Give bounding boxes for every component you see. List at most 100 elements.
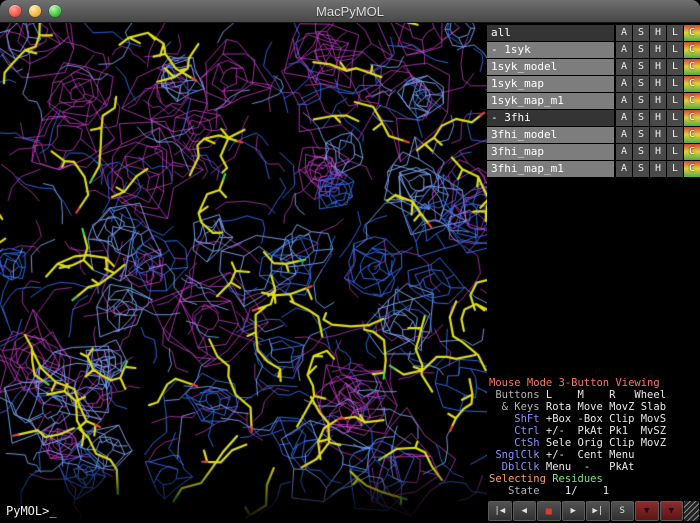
panel-button-c[interactable]: C [684,144,700,160]
panel-button-s[interactable]: S [633,93,649,109]
resize-grip[interactable] [684,501,699,521]
close-button[interactable] [9,5,21,17]
panel-button-l[interactable]: L [667,127,683,143]
panel-button-l[interactable]: L [667,59,683,75]
panel-spacer [487,178,700,377]
vcr-aux-button-1[interactable]: ▼ [635,501,659,521]
object-row: 1syk_mapASHLC [487,76,700,92]
panel-button-a[interactable]: A [616,42,632,58]
panel-button-h[interactable]: H [650,144,666,160]
panel-button-c[interactable]: C [684,161,700,177]
panel-button-c[interactable]: C [684,42,700,58]
object-rows: allASHLC- 1sykASHLC1syk_modelASHLC1syk_m… [487,25,700,178]
minimize-button[interactable] [29,5,41,17]
panel-button-s[interactable]: S [633,59,649,75]
object-name[interactable]: 1syk_map [487,76,614,92]
object-row: 1syk_map_m1ASHLC [487,93,700,109]
selecting-toggle[interactable]: Selecting Residues [489,473,700,485]
panel-button-c[interactable]: C [684,93,700,109]
mouse-panel-text: Buttons [489,389,546,401]
molecule-render-canvas[interactable] [0,23,487,523]
vcr-wrap: |◀◀■▶▶|S▼▼ [487,500,700,523]
object-row: - 1sykASHLC [487,42,700,58]
object-row: 3fhi_mapASHLC [487,144,700,160]
viewport[interactable]: PyMOL>_ [0,23,487,523]
panel-button-c[interactable]: C [684,25,700,41]
state-indicator: State 1/ 1 [489,485,700,497]
panel-button-c[interactable]: C [684,76,700,92]
object-row: - 3fhiASHLC [487,110,700,126]
panel-button-l[interactable]: L [667,76,683,92]
panel-button-a[interactable]: A [616,161,632,177]
object-name[interactable]: - 3fhi [487,110,614,126]
panel-button-a[interactable]: A [616,25,632,41]
app-window: MacPyMOL PyMOL>_ allASHLC- 1sykASHLC1syk… [0,0,700,523]
panel-button-l[interactable]: L [667,110,683,126]
mouse-panel-text: CtSh [489,437,546,449]
mouse-panel-text: State [489,485,546,497]
vcr-skip-to-end[interactable]: ▶| [586,501,610,521]
panel-button-h[interactable]: H [650,59,666,75]
panel-button-l[interactable]: L [667,144,683,160]
panel-button-s[interactable]: S [633,161,649,177]
panel-button-s[interactable]: S [633,144,649,160]
control-panel: allASHLC- 1sykASHLC1syk_modelASHLC1syk_m… [487,23,700,523]
panel-button-s[interactable]: S [633,25,649,41]
panel-button-l[interactable]: L [667,161,683,177]
mouse-panel-text: & Keys [489,401,546,413]
panel-button-h[interactable]: H [650,161,666,177]
vcr-stop[interactable]: ■ [537,501,561,521]
command-prompt[interactable]: PyMOL>_ [6,504,57,518]
panel-button-c[interactable]: C [684,59,700,75]
panel-button-l[interactable]: L [667,93,683,109]
vcr-aux-button-2[interactable]: ▼ [660,501,684,521]
object-name[interactable]: 1syk_model [487,59,614,75]
vcr-play[interactable]: ▶ [562,501,586,521]
mouse-row-dblclk: DblClk Menu - PkAt [489,461,700,473]
mouse-mode-header[interactable]: Mouse Mode 3-Button Viewing [489,377,700,389]
panel-button-c[interactable]: C [684,110,700,126]
panel-button-s[interactable]: S [633,127,649,143]
mouse-row-shft: ShFt +Box -Box Clip MovS [489,413,700,425]
panel-button-a[interactable]: A [616,144,632,160]
panel-button-s[interactable]: S [633,110,649,126]
panel-button-a[interactable]: A [616,93,632,109]
object-name[interactable]: 3fhi_map_m1 [487,161,614,177]
object-name[interactable]: 1syk_map_m1 [487,93,614,109]
mouse-panel-text: Rota Move MovZ Slab [546,401,666,413]
vcr-step-back[interactable]: ◀ [513,501,537,521]
mouse-panel-text: +Box -Box Clip MovS [546,413,666,425]
zoom-button[interactable] [49,5,61,17]
panel-button-c[interactable]: C [684,127,700,143]
panel-button-a[interactable]: A [616,127,632,143]
mouse-panel-text: Selecting [489,473,552,485]
object-name[interactable]: 3fhi_model [487,127,614,143]
mouse-panel-text: +/- PkAt Pk1 MvSZ [546,425,666,437]
object-row: 3fhi_modelASHLC [487,127,700,143]
window-title: MacPyMOL [316,4,384,19]
mouse-row-keys: & Keys Rota Move MovZ Slab [489,401,700,413]
panel-button-h[interactable]: H [650,93,666,109]
panel-button-h[interactable]: H [650,127,666,143]
panel-button-h[interactable]: H [650,25,666,41]
object-name[interactable]: 3fhi_map [487,144,614,160]
vcr-skip-to-start[interactable]: |◀ [488,501,512,521]
mouse-panel-text: SnglClk [489,449,546,461]
vcr-scene-button[interactable]: S [611,501,635,521]
object-name[interactable]: all [487,25,614,41]
mouse-panel-text: DblClk [489,461,546,473]
panel-button-l[interactable]: L [667,42,683,58]
panel-button-s[interactable]: S [633,76,649,92]
object-name[interactable]: - 1syk [487,42,614,58]
title-bar[interactable]: MacPyMOL [0,0,700,23]
panel-button-a[interactable]: A [616,59,632,75]
panel-button-a[interactable]: A [616,76,632,92]
panel-button-s[interactable]: S [633,42,649,58]
panel-button-a[interactable]: A [616,110,632,126]
mouse-row-buttons: Buttons L M R Wheel [489,389,700,401]
panel-button-h[interactable]: H [650,42,666,58]
panel-button-h[interactable]: H [650,110,666,126]
panel-button-l[interactable]: L [667,25,683,41]
mouse-row-snglclk: SnglClk +/- Cent Menu [489,449,700,461]
panel-button-h[interactable]: H [650,76,666,92]
